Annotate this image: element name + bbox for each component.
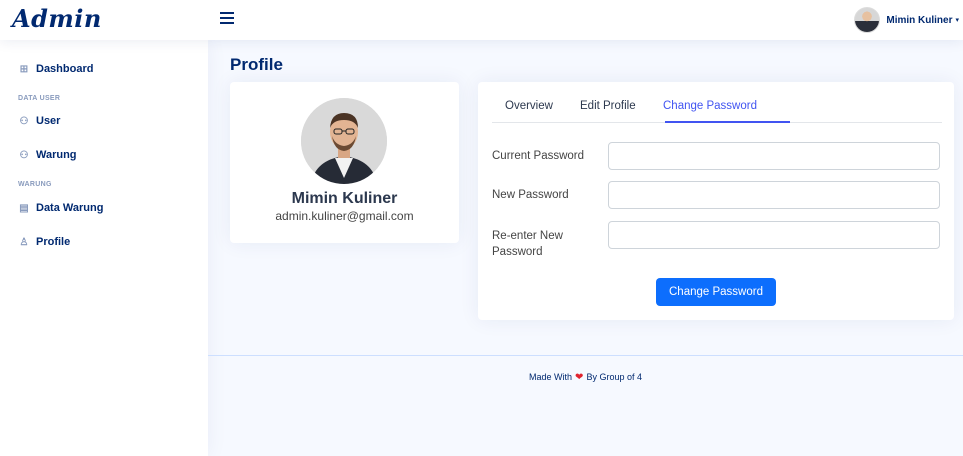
sidebar-item-warung[interactable]: ⚇ Warung [18,149,77,161]
footer-by: By Group of 4 [586,372,642,382]
menu-toggle-icon[interactable] [220,12,234,24]
sidebar-item-dashboard[interactable]: ⊞ Dashboard [18,63,94,75]
avatar [854,7,881,33]
page-title: Profile [230,55,283,74]
footer: Made With ❤ By Group of 4 [208,355,963,456]
new-password-input[interactable] [608,181,940,209]
footer-text: Made With ❤ By Group of 4 [208,372,963,383]
top-header: Admin Mimin Kuliner ▾ [0,0,963,40]
profile-avatar [301,98,387,184]
people-icon: ⚇ [19,149,29,161]
sidebar-item-label: User [36,115,61,127]
profile-name: Mimin Kuliner [291,190,398,207]
people-icon: ⚇ [19,115,29,127]
sidebar-item-profile[interactable]: ♙ Profile [18,236,71,248]
sidebar-item-label: Warung [36,149,77,161]
tab-bar: Overview Edit Profile Change Password [492,82,942,123]
sidebar-item-data-warung[interactable]: ▤ Data Warung [18,202,103,214]
sidebar-item-label: Profile [36,236,71,248]
reenter-password-input[interactable] [608,221,940,249]
reenter-password-label: Re-enter New Password [492,228,563,260]
caret-down-icon: ▾ [955,17,959,24]
app-logo[interactable]: Admin [12,4,102,33]
user-name: Mimin Kuliner [886,14,953,26]
user-menu[interactable]: Mimin Kuliner ▾ [854,6,959,34]
sidebar: ⊞ Dashboard DATA USER ⚇ User ⚇ Warung WA… [0,40,208,456]
sidebar-heading-data-user: DATA USER [18,95,61,102]
sidebar-heading-warung: WARUNG [18,181,52,188]
bank-icon: ▤ [19,202,29,214]
profile-email: admin.kuliner@gmail.com [275,209,414,223]
reenter-label-line1: Re-enter New [492,230,563,242]
sidebar-item-label: Dashboard [36,63,94,75]
grid-icon: ⊞ [19,63,29,75]
reenter-label-line2: Password [492,246,543,258]
footer-made-with: Made With [529,372,573,382]
sidebar-item-label: Data Warung [36,202,104,214]
active-tab-indicator [665,121,790,123]
change-password-button[interactable]: Change Password [656,278,776,306]
heart-icon: ❤ [575,372,584,383]
current-password-label: Current Password [492,150,585,162]
profile-card: Mimin Kuliner admin.kuliner@gmail.com [230,82,459,243]
settings-card: Overview Edit Profile Change Password Cu… [478,82,954,320]
person-icon: ♙ [19,236,29,248]
tab-overview[interactable]: Overview [505,100,553,112]
tab-change-password[interactable]: Change Password [663,100,757,112]
sidebar-item-user[interactable]: ⚇ User [18,115,61,127]
new-password-label: New Password [492,189,569,201]
tab-edit-profile[interactable]: Edit Profile [580,100,636,112]
current-password-input[interactable] [608,142,940,170]
